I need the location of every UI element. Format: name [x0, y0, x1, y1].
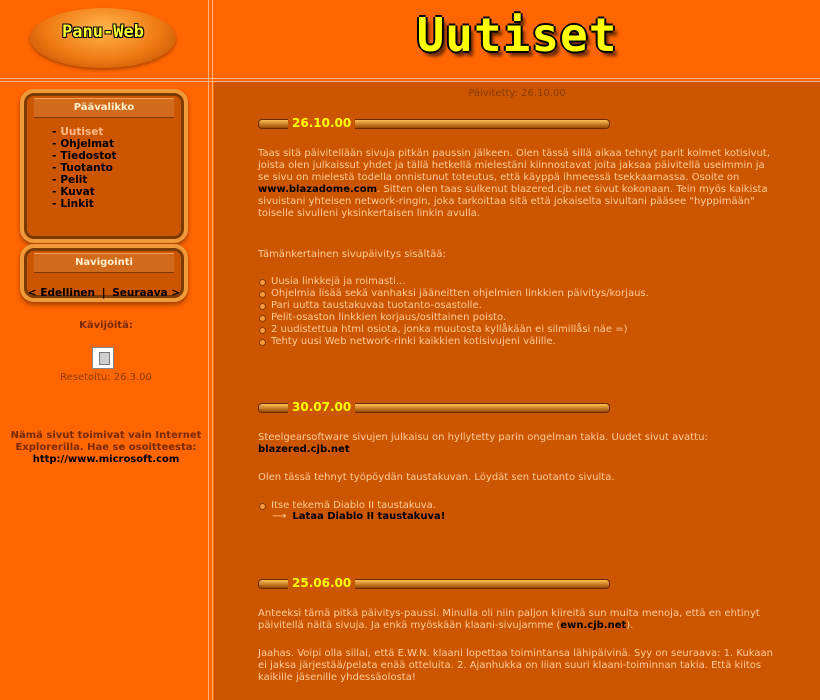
blazadome-link[interactable]: www.blazadome.com [258, 184, 377, 195]
ewn-link[interactable]: ewn.cjb.net [560, 620, 626, 631]
post-date: 26.10.00 [288, 116, 356, 130]
list-item: Pelit-osaston linkkien korjaus/osittaine… [258, 312, 778, 324]
list-item: Ohjelmia lisää sekä vanhaksi jääneitten … [258, 288, 778, 300]
frame-divider-right [212, 0, 213, 700]
navigation-links: < Edellinen | Seuraava > [24, 287, 184, 299]
download-row: ⟶ Lataa Diablo II taustakuva! [272, 511, 445, 522]
browser-note-line-1: Nämä sivut toimivat vain Internet [10, 430, 202, 441]
post-paragraph: Anteeksi tämä pitkä päivitys-paussi. Min… [258, 608, 760, 631]
updated-text: Päivitetty: 26.10.00 [468, 88, 566, 99]
menu-item-uutiset[interactable]: - Uutiset [52, 126, 184, 138]
visitors-label: Kävijöitä: [79, 320, 133, 331]
post-paragraph: Steelgearsoftware sivujen julkaisu on hy… [258, 432, 708, 455]
nav-separator: | [101, 287, 106, 299]
menu-item-tuotanto[interactable]: - Tuotanto [52, 162, 184, 174]
frame-divider-left [208, 0, 209, 700]
list-item: Uusia linkkejä ja roimasti... [258, 276, 778, 288]
next-link[interactable]: Seuraava > [112, 287, 180, 299]
post-paragraph: Tämänkertainen sivupäivitys sisältää: [258, 249, 446, 260]
menu-item-linkit[interactable]: - Linkit [52, 198, 184, 210]
broken-image-icon [92, 347, 114, 369]
navigation-box: Navigointi < Edellinen | Seuraava > [20, 244, 188, 302]
update-list: Uusia linkkejä ja roimasti... Ohjelmia l… [258, 276, 778, 348]
blazered-link[interactable]: blazered.cjb.net [258, 444, 350, 455]
menu-item-kuvat[interactable]: - Kuvat [52, 186, 184, 198]
post-date: 30.07.00 [288, 400, 356, 414]
menu-item-tiedostot[interactable]: - Tiedostot [52, 150, 184, 162]
post-paragraph: Olen tässä tehnyt työpöydän taustakuvan.… [258, 472, 615, 483]
post-date: 25.06.00 [288, 576, 356, 590]
browser-note-line-2: Explorerilla. Hae se osoitteesta: [15, 442, 197, 453]
main-menu-box: Päävalikko - Uutiset - Ohjelmat - Tiedostot… [20, 89, 188, 243]
right-arrow-icon: ⟶ [272, 511, 287, 522]
menu-item-ohjelmat[interactable]: - Ohjelmat [52, 138, 184, 150]
list-item: 2 uudistettua html osiota, jonka muutost… [258, 324, 778, 336]
download-link[interactable]: Lataa Diablo II taustakuva! [292, 511, 445, 522]
frame-divider-top [0, 78, 820, 79]
post-paragraph: Jaahas. Voipi olla sillai, että E.W.N. k… [258, 648, 773, 683]
navigation-title: Navigointi [34, 253, 174, 273]
list-item: Pari uutta taustakuvaa tuotanto-osastoll… [258, 300, 778, 312]
post-paragraph: Taas sitä päivitellään sivuja pitkän pau… [258, 148, 771, 219]
main-menu-title: Päävalikko [34, 98, 174, 118]
logo-text: Panu-Web [62, 22, 144, 42]
menu-item-pelit[interactable]: - Pelit [52, 174, 184, 186]
counter-reset-text: Resetoitu: 26.3.00 [60, 372, 152, 383]
previous-link[interactable]: < Edellinen [28, 287, 95, 299]
microsoft-link[interactable]: http://www.microsoft.com [0, 454, 212, 465]
main-menu-list: - Uutiset - Ohjelmat - Tiedostot - Tuotanto … [52, 126, 184, 210]
page-title: Uutiset [416, 8, 618, 62]
site-logo[interactable]: Panu-Web [30, 8, 176, 68]
list-item: Tehty uusi Web network-rinki kaikkien ko… [258, 336, 778, 348]
